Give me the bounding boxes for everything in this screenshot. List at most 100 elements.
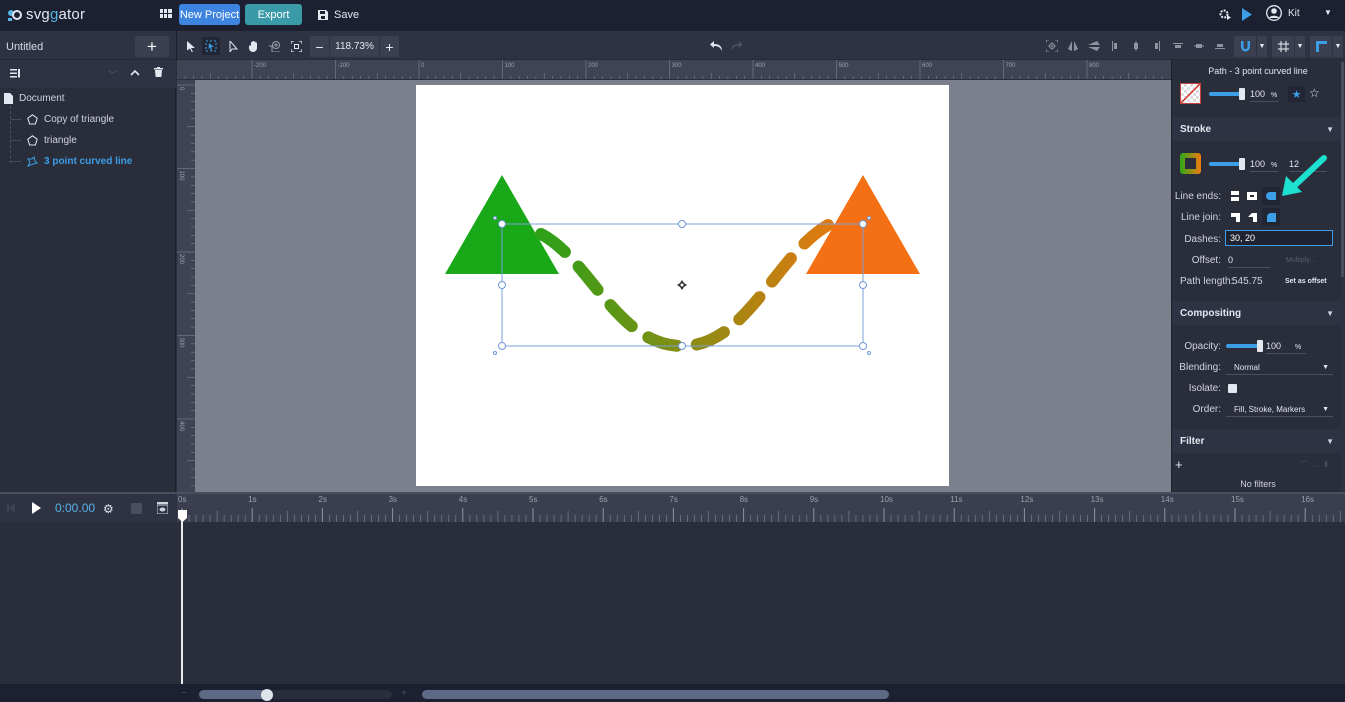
stroke-swatch[interactable] — [1180, 153, 1201, 174]
node-tool-icon[interactable] — [224, 37, 242, 55]
align-middle-v-icon[interactable] — [1190, 37, 1208, 55]
opacity-slider[interactable] — [1226, 340, 1263, 352]
align-to-selection-icon[interactable] — [1043, 37, 1061, 55]
layer-item-selected[interactable]: 3 point curved line — [11, 156, 132, 167]
zoom-tool-icon[interactable] — [266, 37, 284, 55]
line-join-miter-icon[interactable] — [1227, 209, 1243, 225]
document-title[interactable]: Untitled — [6, 41, 43, 53]
timeline-settings-icon[interactable]: ⚙ — [103, 502, 114, 516]
preview-play-icon[interactable] — [1242, 8, 1252, 24]
timeline-zoom-slider[interactable] — [199, 689, 392, 701]
rotate-handle[interactable] — [867, 351, 871, 355]
handle-top-right[interactable] — [859, 220, 867, 228]
skip-to-start-icon[interactable] — [7, 503, 15, 516]
rotate-handle[interactable] — [493, 351, 497, 355]
export-button[interactable]: Export — [245, 4, 302, 25]
undo-icon[interactable] — [707, 37, 725, 55]
snapping-dropdown-icon[interactable]: ▼ — [1257, 36, 1267, 57]
handle-bottom[interactable] — [678, 342, 686, 350]
star-filled-icon[interactable]: ★ — [1288, 86, 1305, 102]
line-end-square-icon[interactable] — [1244, 188, 1260, 204]
handle-bottom-right[interactable] — [859, 342, 867, 350]
add-filter-button[interactable]: + — [1175, 457, 1183, 472]
new-project-button[interactable]: New Project — [179, 4, 240, 25]
fit-screen-icon[interactable] — [287, 37, 305, 55]
user-menu-chevron-icon[interactable]: ▼ — [1324, 8, 1332, 17]
align-center-h-icon[interactable] — [1127, 37, 1145, 55]
hand-tool-icon[interactable] — [245, 37, 263, 55]
rotate-handle[interactable] — [867, 216, 871, 220]
select-tool-icon[interactable] — [182, 37, 200, 55]
timeline-zoom-out-icon[interactable]: − — [181, 688, 187, 699]
slider-knob[interactable] — [1239, 158, 1245, 170]
compositing-section-header[interactable]: Compositing ▼ — [1172, 301, 1344, 325]
zoom-in-button[interactable]: + — [380, 36, 399, 57]
timeline-zoom-in-icon[interactable]: + — [401, 688, 407, 699]
guides-icon[interactable] — [1310, 36, 1332, 57]
isolate-checkbox[interactable] — [1228, 384, 1237, 393]
layers-menu-icon[interactable] — [10, 69, 20, 81]
zoom-out-button[interactable]: − — [310, 36, 329, 57]
offset-input[interactable]: 0 — [1228, 255, 1270, 268]
slider-knob[interactable] — [1257, 340, 1263, 352]
delete-icon[interactable] — [154, 67, 163, 80]
fill-opacity-slider[interactable] — [1209, 88, 1245, 100]
slider-knob[interactable] — [1239, 88, 1245, 100]
handle-right[interactable] — [859, 281, 867, 289]
rotate-handle[interactable] — [493, 216, 497, 220]
redo-icon[interactable] — [728, 37, 746, 55]
stroke-opacity-input[interactable]: 100% — [1250, 159, 1278, 172]
slider-knob[interactable] — [261, 689, 273, 701]
timeline-view-icon[interactable] — [156, 502, 169, 517]
handle-left[interactable] — [498, 281, 506, 289]
star-outline-icon[interactable]: ☆ — [1309, 86, 1320, 100]
stroke-section-header[interactable]: Stroke ▼ — [1172, 117, 1344, 141]
layer-item[interactable]: triangle — [11, 135, 77, 146]
grid-hash-icon[interactable] — [1272, 36, 1294, 57]
align-left-icon[interactable] — [1106, 37, 1124, 55]
line-join-bevel-icon[interactable] — [1244, 209, 1260, 225]
save-button[interactable]: Save — [318, 4, 363, 25]
handle-top[interactable] — [678, 220, 686, 228]
filter-section-header[interactable]: Filter ▼ — [1172, 429, 1344, 453]
snapping-magnet-icon[interactable] — [1234, 36, 1256, 57]
line-end-butt-icon[interactable] — [1227, 188, 1243, 204]
settings-play-icon[interactable] — [1219, 8, 1231, 23]
projects-grid-icon[interactable] — [160, 9, 172, 19]
timeline-playhead[interactable] — [181, 512, 183, 684]
guides-dropdown-icon[interactable]: ▼ — [1333, 36, 1343, 57]
zoom-level-input[interactable]: 118.73% — [330, 36, 379, 57]
align-top-icon[interactable] — [1169, 37, 1187, 55]
move-up-icon[interactable] — [130, 67, 140, 79]
inspector-scrollbar[interactable] — [1341, 60, 1345, 492]
add-button[interactable]: + — [135, 36, 169, 57]
grid-dropdown-icon[interactable]: ▼ — [1295, 36, 1305, 57]
dashes-input[interactable]: 30, 20 — [1225, 230, 1333, 246]
handle-bottom-left[interactable] — [498, 342, 506, 350]
multiply-button[interactable]: Multiply... — [1286, 257, 1315, 264]
opacity-input[interactable]: 100% — [1266, 341, 1306, 354]
timeline-time[interactable]: 0:00.00 — [55, 501, 95, 515]
record-keyframes-icon[interactable] — [131, 503, 142, 514]
move-down-icon[interactable]: ﹀ — [108, 68, 117, 81]
app-logo[interactable]: svggator — [6, 6, 85, 23]
user-avatar-icon[interactable] — [1266, 5, 1282, 24]
line-join-round-icon[interactable] — [1262, 208, 1280, 226]
align-right-icon[interactable] — [1148, 37, 1166, 55]
align-bottom-icon[interactable] — [1211, 37, 1229, 55]
flip-horizontal-icon[interactable] — [1064, 37, 1082, 55]
blending-select[interactable]: Normal ▼ — [1226, 360, 1333, 375]
flip-vertical-icon[interactable] — [1085, 37, 1103, 55]
user-name[interactable]: Kit — [1288, 8, 1300, 19]
transform-tool-icon[interactable] — [202, 37, 220, 55]
fill-opacity-input[interactable]: 100% — [1250, 89, 1278, 102]
layer-document[interactable]: Document — [4, 93, 65, 104]
set-as-offset-button[interactable]: Set as offset — [1285, 278, 1327, 285]
play-icon[interactable] — [32, 502, 41, 517]
fill-swatch-none[interactable] — [1180, 83, 1201, 104]
timeline-horizontal-scrollbar[interactable] — [422, 690, 889, 699]
layer-item[interactable]: Copy of triangle — [11, 114, 114, 125]
handle-top-left[interactable] — [498, 220, 506, 228]
transform-origin-icon[interactable] — [677, 280, 687, 290]
playhead-handle[interactable] — [178, 510, 187, 522]
